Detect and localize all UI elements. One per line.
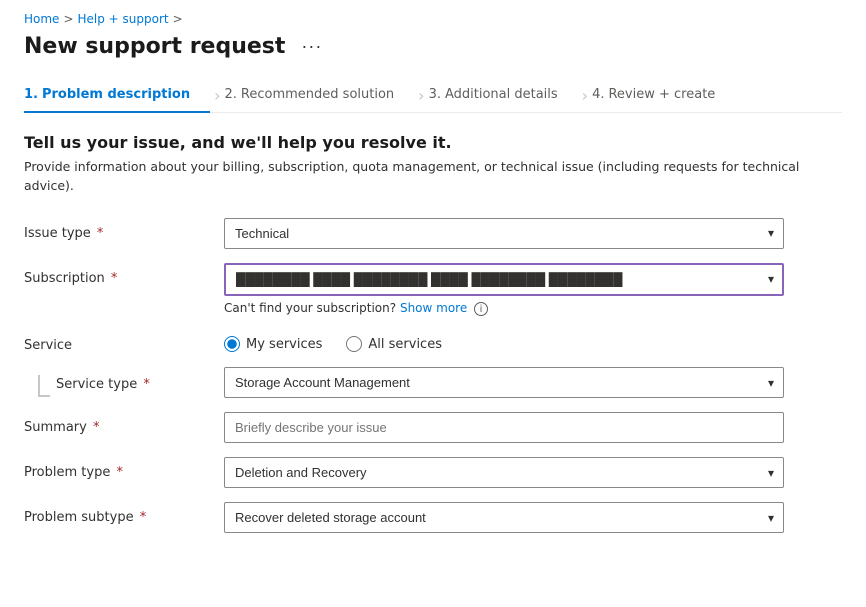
subscription-row: Subscription * ████████ ████ ████████ ██… bbox=[24, 263, 842, 317]
service-type-control: Storage Account Management Virtual Machi… bbox=[224, 367, 784, 398]
issue-type-required: * bbox=[93, 226, 104, 241]
step2-num: 2. bbox=[225, 87, 237, 102]
ellipsis-button[interactable]: ··· bbox=[295, 34, 328, 59]
page-title: New support request bbox=[24, 34, 285, 59]
problem-subtype-control: Recover deleted storage account Data rec… bbox=[224, 502, 784, 533]
form-description: Provide information about your billing, … bbox=[24, 158, 842, 196]
cant-find-text: Can't find your subscription? bbox=[224, 301, 396, 315]
step4-num: 4. bbox=[592, 87, 604, 102]
wizard-step-2[interactable]: 2. Recommended solution bbox=[225, 79, 415, 112]
step1-num: 1. bbox=[24, 87, 38, 102]
wizard-step-1[interactable]: 1. Problem description bbox=[24, 79, 210, 112]
breadcrumb-home[interactable]: Home bbox=[24, 12, 59, 26]
step4-label: Review + create bbox=[608, 87, 715, 102]
breadcrumb-sep2: > bbox=[173, 12, 183, 26]
wizard-sep-2: › bbox=[418, 86, 424, 105]
form-heading: Tell us your issue, and we'll help you r… bbox=[24, 133, 842, 152]
problem-subtype-required: * bbox=[136, 510, 147, 525]
all-services-label: All services bbox=[368, 337, 442, 352]
problem-type-required: * bbox=[112, 465, 123, 480]
service-label: Service bbox=[24, 330, 224, 353]
breadcrumb-sep1: > bbox=[63, 12, 73, 26]
step3-label: Additional details bbox=[445, 87, 558, 102]
problem-type-control: Deletion and Recovery Performance Config… bbox=[224, 457, 784, 488]
my-services-radio-label[interactable]: My services bbox=[224, 336, 322, 352]
info-icon[interactable]: i bbox=[474, 302, 488, 316]
breadcrumb: Home > Help + support > bbox=[24, 0, 842, 34]
summary-required: * bbox=[89, 420, 100, 435]
indent-bracket bbox=[38, 375, 50, 397]
summary-label: Summary * bbox=[24, 412, 224, 435]
wizard-steps: 1. Problem description › 2. Recommended … bbox=[24, 79, 842, 113]
subscription-required: * bbox=[107, 271, 118, 286]
subscription-dropdown[interactable]: ████████ ████ ████████ ████ ████████ ███… bbox=[224, 263, 784, 296]
issue-type-label: Issue type * bbox=[24, 218, 224, 241]
breadcrumb-help[interactable]: Help + support bbox=[78, 12, 169, 26]
show-more-link[interactable]: Show more bbox=[400, 301, 467, 315]
problem-type-select[interactable]: Deletion and Recovery Performance Config… bbox=[224, 457, 784, 488]
problem-subtype-dropdown[interactable]: Recover deleted storage account Data rec… bbox=[224, 502, 784, 533]
problem-type-label: Problem type * bbox=[24, 457, 224, 480]
service-indent-line: Service type * bbox=[24, 375, 150, 397]
wizard-sep-1: › bbox=[214, 86, 220, 105]
problem-subtype-label: Problem subtype * bbox=[24, 502, 224, 525]
cant-find-row: Can't find your subscription? Show more … bbox=[224, 301, 784, 317]
my-services-radio[interactable] bbox=[224, 336, 240, 352]
problem-subtype-select[interactable]: Recover deleted storage account Data rec… bbox=[224, 502, 784, 533]
service-row: Service My services All services bbox=[24, 330, 842, 353]
subscription-select[interactable]: ████████ ████ ████████ ████ ████████ ███… bbox=[224, 263, 784, 296]
service-type-indent: Service type * bbox=[24, 367, 224, 397]
problem-type-row: Problem type * Deletion and Recovery Per… bbox=[24, 457, 842, 488]
service-radio-group: My services All services bbox=[224, 330, 784, 352]
step2-label: Recommended solution bbox=[241, 87, 394, 102]
wizard-step-4[interactable]: 4. Review + create bbox=[592, 79, 735, 112]
step3-num: 3. bbox=[429, 87, 441, 102]
issue-type-dropdown[interactable]: Technical Billing Subscription Managemen… bbox=[224, 218, 784, 249]
problem-type-dropdown[interactable]: Deletion and Recovery Performance Config… bbox=[224, 457, 784, 488]
my-services-label: My services bbox=[246, 337, 322, 352]
service-type-select[interactable]: Storage Account Management Virtual Machi… bbox=[224, 367, 784, 398]
all-services-radio-label[interactable]: All services bbox=[346, 336, 442, 352]
service-type-dropdown[interactable]: Storage Account Management Virtual Machi… bbox=[224, 367, 784, 398]
wizard-step-3[interactable]: 3. Additional details bbox=[429, 79, 578, 112]
service-type-label: Service type * bbox=[56, 375, 150, 392]
summary-input[interactable] bbox=[224, 412, 784, 443]
subscription-control: ████████ ████ ████████ ████ ████████ ███… bbox=[224, 263, 784, 317]
summary-row: Summary * bbox=[24, 412, 842, 443]
issue-type-select[interactable]: Technical Billing Subscription Managemen… bbox=[224, 218, 784, 249]
service-type-row: Service type * Storage Account Managemen… bbox=[24, 367, 842, 398]
issue-type-control: Technical Billing Subscription Managemen… bbox=[224, 218, 784, 249]
page-title-row: New support request ··· bbox=[24, 34, 842, 79]
problem-subtype-row: Problem subtype * Recover deleted storag… bbox=[24, 502, 842, 533]
all-services-radio[interactable] bbox=[346, 336, 362, 352]
service-control: My services All services bbox=[224, 330, 784, 352]
step1-label: Problem description bbox=[42, 87, 190, 102]
subscription-label: Subscription * bbox=[24, 263, 224, 286]
issue-type-row: Issue type * Technical Billing Subscript… bbox=[24, 218, 842, 249]
summary-control bbox=[224, 412, 784, 443]
wizard-sep-3: › bbox=[582, 86, 588, 105]
